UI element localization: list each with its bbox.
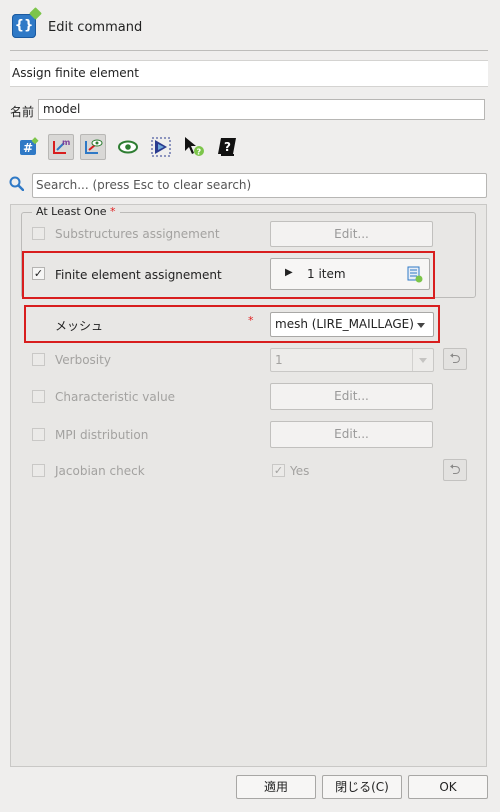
graph-m-icon[interactable]: m: [48, 134, 74, 160]
characteristic-label: Characteristic value: [55, 390, 176, 404]
hash-edit-icon[interactable]: #: [16, 134, 42, 160]
substructures-checkbox[interactable]: [32, 227, 45, 240]
verbosity-spinbox[interactable]: 1: [270, 348, 434, 372]
chevron-down-icon: [417, 323, 425, 328]
window-title: Edit command: [48, 20, 143, 35]
mpi-label: MPI distribution: [55, 428, 149, 442]
title-separator: [10, 50, 488, 51]
jacobian-label: Jacobian check: [55, 464, 145, 478]
verbosity-undo-icon[interactable]: ⮌: [443, 348, 467, 370]
command-name-box: Assign finite element: [10, 60, 488, 87]
jacobian-yes-checkbox[interactable]: ✓: [272, 464, 285, 477]
mesh-select[interactable]: mesh (LIRE_MAILLAGE): [270, 312, 434, 337]
name-input[interactable]: model: [38, 99, 485, 120]
mpi-checkbox[interactable]: [32, 428, 45, 441]
command-name: Assign finite element: [12, 66, 139, 80]
substructures-edit-button[interactable]: Edit...: [270, 221, 433, 247]
svg-text:?: ?: [197, 148, 202, 157]
jacobian-undo-icon[interactable]: ⮌: [443, 459, 467, 481]
svg-text:?: ?: [224, 140, 231, 154]
name-label: 名前: [10, 105, 35, 119]
verbosity-label: Verbosity: [55, 353, 111, 367]
mesh-required-mark: *: [248, 314, 254, 327]
verbosity-checkbox[interactable]: [32, 353, 45, 366]
apply-button[interactable]: 適用: [236, 775, 316, 799]
pointer-help-icon[interactable]: ?: [181, 134, 207, 160]
expand-triangle-icon: ▶: [285, 267, 293, 278]
substructures-label: Substructures assignement: [55, 227, 220, 241]
spin-arrow-icon: [412, 349, 433, 371]
svg-text:m: m: [62, 138, 70, 147]
mesh-select-value: mesh (LIRE_MAILLAGE): [275, 317, 414, 331]
finite-element-value: 1 item: [307, 267, 346, 281]
ok-button[interactable]: OK: [408, 775, 488, 799]
jacobian-checkbox[interactable]: [32, 464, 45, 477]
group-required-mark: *: [110, 205, 116, 218]
mpi-edit-button[interactable]: Edit...: [270, 421, 433, 448]
jacobian-yes-label: Yes: [290, 464, 310, 478]
finite-element-list-button[interactable]: ▶ 1 item: [270, 258, 430, 290]
finite-element-checkbox[interactable]: ✓: [32, 267, 45, 280]
graph-eye-icon[interactable]: [80, 134, 106, 160]
eye-icon[interactable]: [115, 134, 141, 160]
finite-element-label: Finite element assignement: [55, 268, 222, 282]
cut-shape-icon[interactable]: [148, 134, 174, 160]
group-label: At Least One *: [32, 205, 120, 218]
help-book-icon[interactable]: ?: [214, 134, 240, 160]
characteristic-checkbox[interactable]: [32, 390, 45, 403]
close-button[interactable]: 閉じる(C): [322, 775, 402, 799]
search-icon: [9, 176, 25, 192]
app-icon: {}: [12, 7, 42, 38]
characteristic-edit-button[interactable]: Edit...: [270, 383, 433, 410]
list-edit-icon: [407, 266, 423, 283]
svg-text:#: #: [23, 141, 33, 155]
mesh-label: メッシュ: [55, 319, 104, 333]
verbosity-value: 1: [275, 353, 283, 367]
search-input[interactable]: Search... (press Esc to clear search): [32, 173, 487, 198]
